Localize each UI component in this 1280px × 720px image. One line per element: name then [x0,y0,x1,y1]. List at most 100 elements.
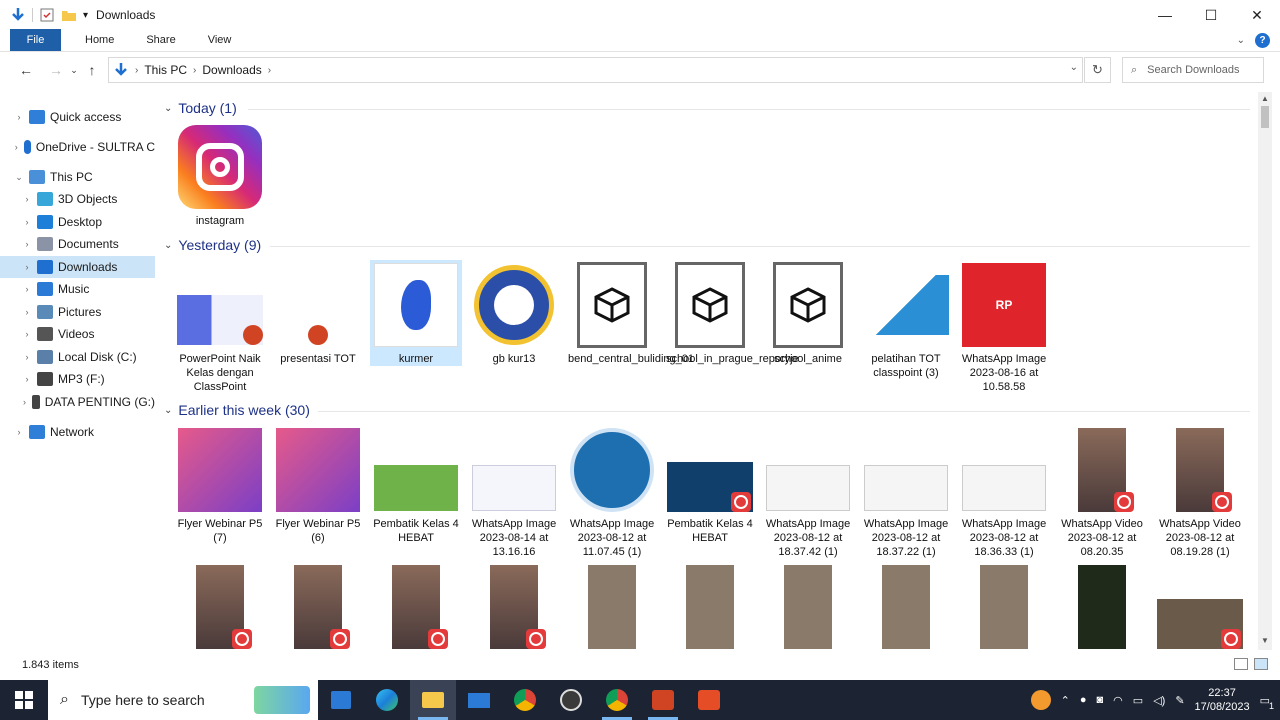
details-view-button[interactable] [1234,658,1248,670]
file-item[interactable]: gb kur13 [468,260,560,366]
clock[interactable]: 22:37 17/08/2023 [1195,686,1250,714]
taskbar-mail-icon[interactable] [456,680,502,720]
file-item[interactable]: instagram [174,122,266,228]
breadcrumb-this-pc[interactable]: This PC [144,63,187,77]
sidebar-item-3d-objects[interactable]: › 3D Objects [0,188,155,210]
file-item[interactable]: Pembatik Kelas 4 HEBAT [370,425,462,545]
file-item[interactable]: WhatsApp Video 2023-08-12 at 08.19.28 (1… [1154,425,1246,559]
chevron-right-icon[interactable]: › [22,284,32,294]
file-item[interactable] [370,562,462,650]
chevron-down-icon[interactable]: ⌄ [164,103,172,114]
chevron-right-icon[interactable]: › [22,239,32,249]
file-item[interactable]: RP WhatsApp Image 2023-08-16 at 10.58.58 [958,260,1050,394]
breadcrumb-chevron-icon[interactable]: › [268,65,271,76]
microphone-icon[interactable]: ● [1080,694,1087,706]
chevron-right-icon[interactable]: › [14,112,24,122]
chevron-right-icon[interactable]: › [22,307,32,317]
chevron-down-icon[interactable]: ⌄ [164,240,172,251]
help-icon[interactable]: ? [1255,33,1270,48]
battery-icon[interactable]: ▭ [1133,694,1143,707]
sidebar-item-downloads[interactable]: › Downloads [0,256,155,278]
file-item[interactable]: WhatsApp Image 2023-08-12 at 11.07.45 (1… [566,425,658,559]
file-item[interactable]: school_anime [762,260,854,366]
file-item[interactable] [174,562,266,650]
group-header[interactable]: ⌄ Earlier this week (30) [164,402,310,418]
meet-now-icon[interactable]: ◙ [1097,694,1104,706]
taskbar-obs-icon[interactable] [548,680,594,720]
chevron-right-icon[interactable]: › [14,427,24,437]
wifi-icon[interactable]: ◠ [1113,694,1123,707]
sidebar-item-desktop[interactable]: › Desktop [0,211,155,233]
file-item[interactable]: pelatihan TOT classpoint (3) [860,260,952,380]
file-item[interactable]: WhatsApp Image 2023-08-12 at 18.36.33 (1… [958,425,1050,559]
show-hidden-icons-icon[interactable]: ⌃ [1061,694,1070,707]
chevron-right-icon[interactable]: › [22,217,32,227]
chevron-right-icon[interactable]: › [22,352,32,362]
search-box[interactable]: ⌕ Search Downloads [1122,57,1264,83]
file-item[interactable]: WhatsApp Video 2023-08-12 at 08.20.35 [1056,425,1148,559]
breadcrumb-downloads[interactable]: Downloads [202,63,261,77]
scroll-down-icon[interactable]: ▼ [1258,636,1272,648]
taskbar-search-input[interactable]: Type here to search [81,692,205,708]
taskbar-store-icon[interactable] [318,680,364,720]
taskbar-chrome-profile-icon[interactable] [594,680,640,720]
chevron-right-icon[interactable]: › [22,194,32,204]
taskbar-edge-icon[interactable] [364,680,410,720]
file-item[interactable]: Flyer Webinar P5 (6) [272,425,364,545]
tab-file[interactable]: File [10,29,61,51]
up-button[interactable]: ↑ [80,58,104,82]
weather-icon[interactable] [1030,690,1051,710]
file-item[interactable] [468,562,560,650]
file-item[interactable]: bend_central_buliding_01 [566,260,694,366]
sidebar-item-mp3-f[interactable]: › MP3 (F:) [0,368,155,390]
file-item[interactable] [762,562,854,650]
breadcrumb-chevron-icon[interactable]: › [193,65,196,76]
sidebar-item-music[interactable]: › Music [0,278,155,300]
file-item[interactable] [1154,562,1246,650]
chevron-down-icon[interactable]: ⌄ [14,172,24,183]
taskbar-file-explorer-icon[interactable] [410,680,456,720]
file-item[interactable] [1056,562,1148,650]
large-icons-view-button[interactable] [1254,658,1268,670]
file-item[interactable] [860,562,952,650]
sidebar-item-local-disk-c[interactable]: › Local Disk (C:) [0,346,155,368]
file-item[interactable]: school_in_prague_reporyje [664,260,799,366]
scrollbar-thumb[interactable] [1261,106,1269,128]
vertical-scrollbar[interactable]: ▲ ▼ [1258,92,1272,650]
refresh-button[interactable]: ↻ [1084,57,1111,83]
properties-icon[interactable] [39,7,55,23]
taskbar-search[interactable]: ⌕ Type here to search [48,680,318,720]
taskbar-screen-recorder-icon[interactable] [686,680,732,720]
recent-locations-icon[interactable]: ⌄ [68,58,80,82]
file-item[interactable]: WhatsApp Image 2023-08-14 at 13.16.16 [468,425,560,559]
tab-share[interactable]: Share [130,29,191,51]
sidebar-item-this-pc[interactable]: ⌄ This PC [0,166,155,188]
back-button[interactable]: ← [14,58,38,82]
tab-home[interactable]: Home [61,29,130,51]
maximize-button[interactable]: ☐ [1188,0,1234,30]
download-arrow-icon[interactable] [10,7,26,23]
taskbar-chrome-icon[interactable] [502,680,548,720]
sidebar-item-data-penting-g[interactable]: › DATA PENTING (G:) [0,391,155,413]
chevron-right-icon[interactable]: › [22,397,27,407]
expand-ribbon-icon[interactable]: ⌄ [1237,35,1245,46]
sidebar-item-pictures[interactable]: › Pictures [0,301,155,323]
file-item[interactable]: PowerPoint Naik Kelas dengan ClassPoint [174,260,266,394]
file-item[interactable] [958,562,1050,650]
chevron-right-icon[interactable]: › [22,374,32,384]
volume-icon[interactable]: ◁) [1153,694,1165,707]
file-item[interactable] [664,562,756,650]
chevron-down-icon[interactable]: ⌄ [164,405,172,416]
file-item[interactable] [272,562,364,650]
file-item[interactable]: Flyer Webinar P5 (7) [174,425,266,545]
start-button[interactable] [0,680,48,720]
chevron-right-icon[interactable]: › [14,142,19,152]
sidebar-item-onedrive-sultra-c[interactable]: › OneDrive - SULTRA C [0,136,155,158]
file-item[interactable]: kurmer [370,260,462,366]
group-header[interactable]: ⌄ Today (1) [164,100,237,116]
chevron-right-icon[interactable]: › [22,262,32,272]
file-item[interactable]: WhatsApp Image 2023-08-12 at 18.37.22 (1… [860,425,952,559]
file-item[interactable] [566,562,658,650]
sidebar-item-quick-access[interactable]: › Quick access [0,106,155,128]
sidebar-item-network[interactable]: › Network [0,421,155,443]
